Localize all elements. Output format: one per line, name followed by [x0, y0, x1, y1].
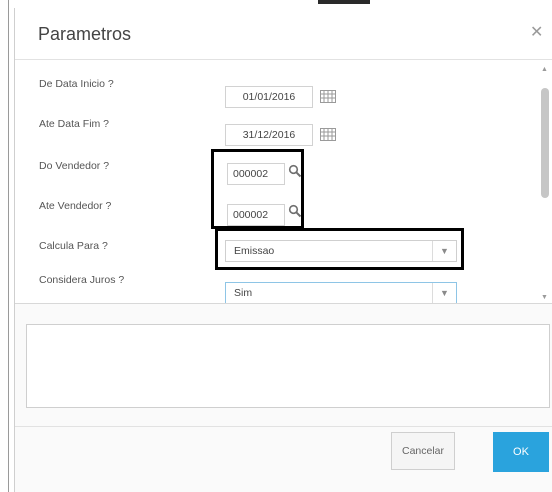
calendar-icon[interactable]: [320, 90, 336, 103]
footer-divider: [15, 426, 552, 427]
ok-button[interactable]: OK: [493, 432, 549, 472]
start-date-input[interactable]: 01/01/2016: [225, 86, 313, 108]
chevron-down-icon[interactable]: ▼: [432, 283, 456, 303]
consider-interest-value: Sim: [234, 287, 253, 299]
description-memo: [26, 324, 550, 408]
dialog-header: Parametros ✕: [15, 8, 552, 60]
param-label-start-date: De Data Inicio ?: [39, 78, 114, 90]
parameters-panel: De Data Inicio ? 01/01/2016 Ate Data Fim…: [15, 60, 552, 304]
param-label-end-date: Ate Data Fim ?: [39, 118, 110, 130]
dialog-title: Parametros: [38, 24, 132, 44]
parameters-dialog: Parametros ✕ De Data Inicio ? 01/01/2016…: [14, 8, 552, 492]
param-label-calculate-for: Calcula Para ?: [39, 240, 108, 252]
consider-interest-select[interactable]: Sim ▼: [225, 282, 457, 303]
window-border: [8, 0, 9, 492]
scroll-down-arrow-icon[interactable]: ▼: [541, 294, 548, 301]
param-label-from-seller: Do Vendedor ?: [39, 160, 110, 172]
calculate-for-highlight-box: [215, 228, 464, 270]
param-label-consider-interest: Considera Juros ?: [39, 274, 125, 286]
param-label-to-seller: Ate Vendedor ?: [39, 200, 112, 212]
close-icon[interactable]: ✕: [530, 22, 543, 42]
calendar-icon[interactable]: [320, 128, 336, 141]
window-tab-decoration: [318, 0, 370, 4]
scroll-up-arrow-icon[interactable]: ▲: [541, 66, 548, 73]
seller-highlight-box: [211, 149, 304, 229]
cancel-button[interactable]: Cancelar: [391, 432, 455, 470]
scroll-thumb[interactable]: [541, 88, 549, 198]
end-date-input[interactable]: 31/12/2016: [225, 124, 313, 146]
params-scrollbar[interactable]: ▲ ▼: [539, 66, 551, 302]
